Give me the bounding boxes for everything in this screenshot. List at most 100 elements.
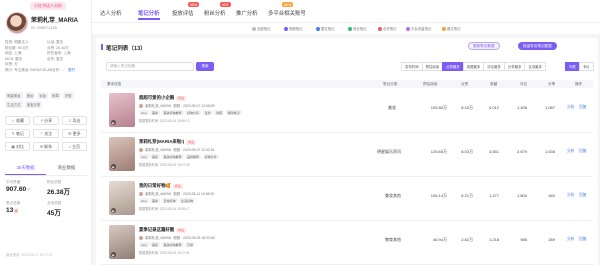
button-label: 批量导出笔记数据: [523, 43, 552, 48]
note-shares: 1,087: [544, 105, 555, 110]
export-notes-button[interactable]: 批量导出笔记数据: [518, 42, 557, 50]
notes-button[interactable]: ✎ 笔记: [5, 129, 31, 138]
play-icon: ▶: [111, 120, 116, 125]
legend-item[interactable]: 商业笔记: [348, 26, 367, 31]
note-likes: 8.03万: [461, 149, 473, 154]
note-likes: 6.21万: [461, 193, 473, 198]
table-row[interactable]: ▶ 茉莉札芽(MARIA来啦!) 商业 茉莉札芽_MARIA 视频 · 2023-0…: [101, 133, 593, 177]
note-title[interactable]: 茉莉札芽(MARIA来啦!) 商业: [139, 139, 197, 145]
column-header[interactable]: 笔记分类: [383, 82, 397, 87]
export-button[interactable]: ⇩ 导出: [61, 116, 87, 125]
reply-link[interactable]: 回复: [579, 149, 587, 154]
note-thumbnail[interactable]: ▶: [109, 93, 135, 127]
sort-option[interactable]: 互动最多: [524, 62, 546, 71]
sort-option[interactable]: 点赞最多: [442, 62, 464, 71]
heart-icon: ♡: [39, 131, 44, 136]
table-row[interactable]: ▶ 夏季记录这篇好图 商业 茉莉札芽_MARIA 视频 · 2023-05-08 1…: [101, 221, 593, 265]
reply-link[interactable]: 回复: [579, 237, 587, 242]
legend-dot: [406, 26, 410, 31]
column-header[interactable]: 分享: [548, 82, 555, 87]
tab-30-day-data[interactable]: 30天数据: [5, 165, 46, 175]
update-notes-button[interactable]: 更新笔记数据: [468, 42, 500, 50]
note-title[interactable]: 我的日常好物🥰 商业: [139, 183, 183, 189]
legend-item[interactable]: 图文笔记: [316, 26, 335, 31]
legend-item[interactable]: 全部笔记: [252, 26, 271, 31]
note-title[interactable]: 超超可爱的小企鹅 商业: [139, 95, 187, 101]
tab-multi-platform[interactable]: 多平台相关账号: [268, 9, 306, 17]
column-header[interactable]: 收藏: [490, 82, 497, 87]
legend-item[interactable]: 平台流量笔记: [406, 26, 431, 31]
sort-option[interactable]: 分享最多: [503, 62, 526, 71]
note-tag: 好物分享: [202, 154, 219, 159]
note-date: 视频 · 2023-05-11 16:56:52: [173, 192, 215, 196]
tab-business-data[interactable]: 商业数据: [46, 165, 87, 175]
stat-item: 笔记总数 13篇: [6, 201, 47, 217]
legend-item[interactable]: 合作笔记: [378, 26, 397, 31]
sort-option[interactable]: 发布时间: [401, 62, 423, 71]
business-badge: 商业: [176, 95, 187, 101]
button-label: 分享: [44, 117, 53, 123]
note-thumbnail[interactable]: ▶: [109, 225, 135, 259]
note-thumbnail[interactable]: ▶: [109, 137, 135, 171]
note-title-text: 夏季记录这篇好图: [139, 227, 175, 232]
column-header[interactable]: 点赞: [461, 82, 468, 87]
more-button[interactable]: ☰ 更多: [61, 129, 87, 138]
reply-link[interactable]: 回复: [579, 105, 587, 110]
note-comments: 1,408: [516, 105, 527, 110]
search-input[interactable]: 请输入笔记标题: [106, 62, 194, 71]
analyze-link[interactable]: 分析: [567, 193, 575, 198]
note-tag: 穿搭: [214, 110, 225, 115]
search-button[interactable]: 搜索: [196, 62, 214, 71]
note-category: 明星娱乐资讯: [377, 149, 401, 154]
tab-notes-analysis[interactable]: 笔记分析: [138, 9, 160, 17]
author-name: 茉莉札芽_MARIA: [145, 104, 172, 108]
homepage-button[interactable]: ⌂ 主页: [61, 142, 87, 151]
note-tag: 美妆: [150, 110, 161, 115]
profile-tabs: 30天数据 商业数据: [5, 165, 87, 176]
note-thumbnail[interactable]: ▶: [109, 181, 135, 215]
reply-link[interactable]: 回复: [579, 193, 587, 198]
contact-button[interactable]: ✉ 联系: [33, 142, 59, 151]
collect-button[interactable]: ☆ 收藏: [5, 116, 31, 125]
account-tags: 明星美妆 美妆 彩妆 种草 护肤 生活方式 宝宝日常: [5, 92, 89, 108]
sort-option[interactable]: 收藏最多: [462, 62, 485, 71]
note-title-text: 超超可爱的小企鹅: [139, 95, 175, 100]
title-accent: [101, 44, 103, 50]
active-tab-indicator: [138, 18, 160, 20]
expand-bio-link[interactable]: 展开: [68, 68, 89, 74]
compare-button[interactable]: ▣ 对比: [5, 142, 31, 151]
tab-placement-eval[interactable]: 投放评估: [172, 9, 194, 17]
play-icon: ▶: [111, 164, 116, 169]
analyze-link[interactable]: 分析: [567, 105, 575, 110]
table-row[interactable]: ▶ 超超可爱的小企鹅 商业 茉莉札芽_MARIA 视频 · 2023-05-07 1…: [101, 89, 593, 133]
table-row[interactable]: ▶ 我的日常好物🥰 商业 茉莉札芽_MARIA 视频 · 2023-05-11 16…: [101, 177, 593, 221]
column-header[interactable]: 评论: [520, 82, 527, 87]
avatar[interactable]: [6, 12, 28, 34]
note-tag: 美妆好物推荐: [161, 154, 184, 159]
legend-dot: [378, 26, 382, 31]
business-badge: 商业: [176, 227, 187, 233]
note-tag: vlog: [139, 198, 149, 203]
sort-option[interactable]: 预估阅读: [421, 62, 444, 71]
tab-talent-analysis[interactable]: 达人分析: [100, 9, 122, 17]
share-button[interactable]: ↗ 分享: [33, 116, 59, 125]
tab-fans-analysis[interactable]: 粉丝分析: [204, 9, 226, 17]
list-view-button[interactable]: 列表: [565, 62, 580, 71]
mail-icon: ✉: [39, 144, 44, 149]
platform-badge: 小红书达人分析: [30, 2, 66, 10]
account-stats: 平均赞藏 907.60个 粉丝总数 26.38万 笔记总数 13篇 互动总数 45万: [6, 180, 88, 217]
column-header[interactable]: 预估阅读: [423, 82, 437, 87]
legend-item[interactable]: 视频笔记: [284, 26, 303, 31]
account-tag: 生活方式: [5, 101, 23, 108]
analyze-link[interactable]: 分析: [567, 149, 575, 154]
account-tag: 种草: [50, 92, 61, 99]
tab-promotion-analysis[interactable]: 推广分析: [236, 9, 258, 17]
author-name: 茉莉札芽_MARIA: [145, 192, 172, 196]
legend-item[interactable]: 爆文笔记: [442, 26, 461, 31]
note-tag: vlog: [139, 242, 149, 247]
card-view-button[interactable]: 卡片: [578, 62, 594, 71]
analyze-link[interactable]: 分析: [567, 237, 575, 242]
follow-button[interactable]: ♡ 关注: [33, 129, 59, 138]
sort-option[interactable]: 评论最多: [483, 62, 505, 71]
note-title[interactable]: 夏季记录这篇好图 商业: [139, 227, 187, 233]
